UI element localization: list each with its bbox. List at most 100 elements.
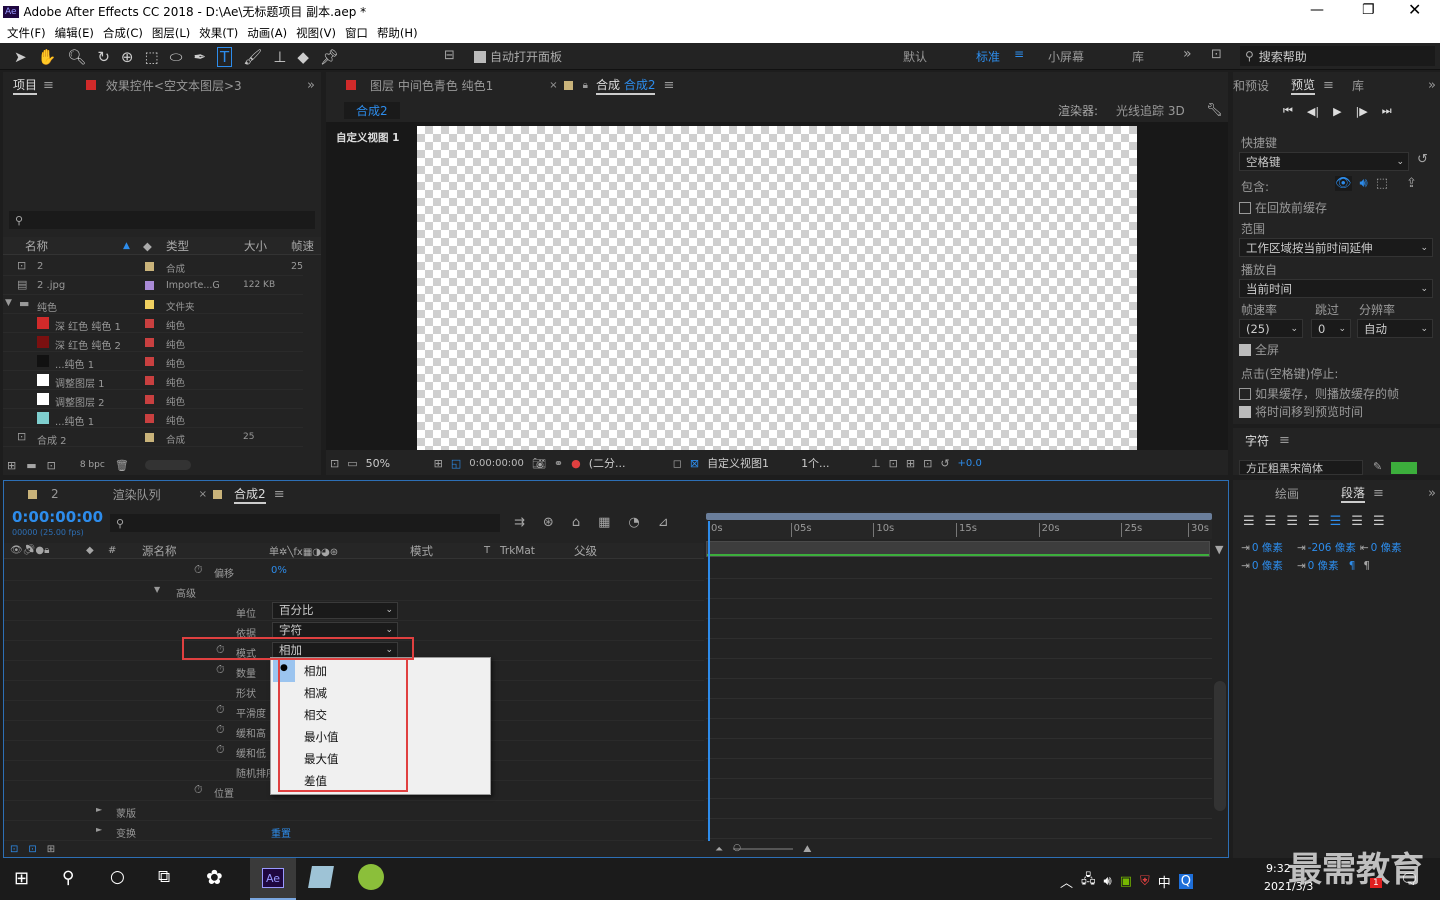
indent-right-value[interactable]: 0 像素 xyxy=(1371,540,1402,555)
menu-animation[interactable]: 动画(A) xyxy=(247,25,287,41)
label-color-swatch[interactable] xyxy=(145,338,154,347)
zoom-tool-icon[interactable]: 🔍︎ xyxy=(67,48,86,66)
track-row[interactable] xyxy=(706,759,1212,779)
stopwatch-icon[interactable]: ⏱︎ xyxy=(216,703,225,717)
frame-blending-icon[interactable]: ▦ xyxy=(598,515,610,530)
shortcut-dropdown[interactable]: 空格键 ⌄ xyxy=(1239,152,1409,171)
play-from-dropdown[interactable]: 当前时间 ⌄ xyxy=(1239,279,1433,298)
pen-tool-icon[interactable]: ✒ xyxy=(193,48,206,66)
fullscreen-checkbox[interactable] xyxy=(1239,343,1251,356)
show-snapshot-icon[interactable]: ⚭ xyxy=(554,457,563,470)
expand-arrow-icon[interactable]: ► xyxy=(96,825,102,834)
project-search-input[interactable]: ⚲ xyxy=(9,211,315,229)
timecode-display[interactable]: 0:00:00:00 xyxy=(12,508,103,526)
zoom-out-icon[interactable]: ⏶ xyxy=(715,844,723,855)
label-color-swatch[interactable] xyxy=(145,357,154,366)
fill-color-swatch[interactable] xyxy=(1391,462,1417,474)
green-app-icon[interactable] xyxy=(358,864,384,890)
resolution-dropdown[interactable]: 自动 ⌄ xyxy=(1357,319,1433,338)
panel-more-icon[interactable]: » xyxy=(1428,487,1436,500)
auto-open-checkbox[interactable] xyxy=(474,50,486,63)
label-color-swatch[interactable] xyxy=(145,414,154,423)
viewer-canvas-area[interactable]: 自定义视图 1 xyxy=(326,122,1228,450)
timeline-tracks[interactable]: IIIIIII xyxy=(706,559,1212,841)
maximize-icon[interactable]: ❐ xyxy=(1362,2,1375,18)
stopwatch-icon[interactable]: ⏱︎ xyxy=(216,743,225,757)
column-mode[interactable]: 模式 xyxy=(410,543,433,559)
reset-exposure-icon[interactable]: ↺ xyxy=(940,457,949,470)
first-frame-icon[interactable]: ⏮ xyxy=(1283,104,1293,118)
wrench-icon[interactable]: 🔧︎ xyxy=(1206,103,1223,118)
zoom-dropdown[interactable]: 50% xyxy=(366,457,426,470)
region-icon[interactable]: ⊞ xyxy=(434,457,443,470)
project-item-row[interactable]: ...纯色 1 纯色 xyxy=(3,409,303,428)
cortana-icon[interactable]: ○ xyxy=(110,867,125,887)
display-icon[interactable]: ▭ xyxy=(347,457,357,470)
fps-dropdown[interactable]: (25) ⌄ xyxy=(1239,319,1303,338)
resolution-dropdown[interactable]: (二分... xyxy=(589,455,665,471)
property-dropdown[interactable]: 百分比 ⌄ xyxy=(272,602,398,619)
puppet-tool-icon[interactable]: 📌︎ xyxy=(320,48,339,66)
comp-breadcrumb[interactable]: 合成2 xyxy=(344,101,400,119)
motion-blur-icon[interactable]: ◔ xyxy=(628,515,639,530)
ime-indicator[interactable]: 中 xyxy=(1158,872,1171,891)
tab-paint[interactable]: 绘画 xyxy=(1275,485,1299,502)
track-row[interactable]: I xyxy=(706,719,1212,739)
pinwheel-app-icon[interactable]: ✿ xyxy=(206,865,223,889)
graph-editor-icon[interactable]: ⊿ xyxy=(658,515,669,530)
volume-icon[interactable]: 🔊︎ xyxy=(1104,874,1112,889)
close-tab-icon[interactable]: × xyxy=(549,80,557,91)
rotate-tool-icon[interactable]: ↻ xyxy=(97,48,110,66)
project-item-row[interactable]: ...纯色 1 纯色 xyxy=(3,352,303,371)
expand-arrow-icon[interactable]: ► xyxy=(96,805,102,814)
shy-layers-icon[interactable]: ⌂ xyxy=(572,515,580,530)
close-tab-icon[interactable]: × xyxy=(199,489,207,500)
column-trkmat[interactable]: TrkMat xyxy=(500,545,535,557)
track-row[interactable] xyxy=(706,599,1212,619)
sync-settings-icon[interactable]: ⊡ xyxy=(1211,47,1222,62)
hand-tool-icon[interactable]: ✋ xyxy=(38,48,57,66)
clone-stamp-tool-icon[interactable]: ⊥ xyxy=(273,48,286,66)
track-row[interactable] xyxy=(706,819,1212,839)
always-preview-icon[interactable]: ⊡ xyxy=(330,457,339,470)
workspace-standard[interactable]: 标准 xyxy=(976,48,1000,65)
pixel-aspect-icon[interactable]: ⊥ xyxy=(871,457,881,470)
property-row[interactable]: ▼ 高级 xyxy=(4,581,704,601)
overlay-icon[interactable]: ⬚ xyxy=(1376,176,1388,191)
project-item-row[interactable]: 调整图层 1 纯色 xyxy=(3,371,303,390)
workspace-menu-icon[interactable]: ≡ xyxy=(1014,47,1024,61)
color-depth-button[interactable]: 8 bpc xyxy=(80,460,105,470)
layer-duration-bar[interactable] xyxy=(706,541,1210,557)
current-time-display[interactable]: 0:00:00:00 xyxy=(469,458,524,469)
snapshot-icon[interactable]: 📷︎ xyxy=(532,457,546,470)
column-parent[interactable]: 父级 xyxy=(574,543,597,559)
transparency-icon[interactable]: ◱ xyxy=(451,457,461,470)
track-row[interactable]: I xyxy=(706,559,1212,579)
track-row[interactable]: I xyxy=(706,779,1212,799)
mask-ellipse-tool-icon[interactable]: ⬭ xyxy=(170,48,183,66)
label-color-swatch[interactable] xyxy=(145,281,154,290)
panel-more-icon[interactable]: » xyxy=(1428,79,1436,92)
interpret-footage-icon[interactable]: ⊞ xyxy=(7,459,16,472)
menu-composition[interactable]: 合成(C) xyxy=(103,25,143,41)
expand-modes-icon[interactable]: ⊡ xyxy=(28,844,36,855)
draft-3d-icon[interactable]: ⊛ xyxy=(543,515,554,530)
camera-tool-icon[interactable]: ⊕ xyxy=(121,48,134,66)
tab-paragraph[interactable]: 段落 xyxy=(1341,484,1366,503)
nvidia-icon[interactable]: ▣ xyxy=(1120,874,1132,889)
brush-tool-icon[interactable]: 🖌︎ xyxy=(243,48,262,66)
expand-arrow-icon[interactable]: ▼ xyxy=(154,585,160,594)
channel-icon[interactable]: ● xyxy=(571,457,581,470)
play-icon[interactable]: ▶ xyxy=(1333,105,1341,118)
reset-icon[interactable]: ↺ xyxy=(1417,152,1428,167)
tab-project[interactable]: 项目 xyxy=(13,76,38,95)
panel-menu-icon[interactable]: ≡ xyxy=(1323,79,1334,92)
move-time-checkbox[interactable] xyxy=(1239,405,1251,418)
renderer-value[interactable]: 光线追踪 3D xyxy=(1116,102,1185,119)
menu-layer[interactable]: 图层(L) xyxy=(152,25,190,41)
property-value[interactable]: 重置 xyxy=(271,825,291,840)
time-ruler[interactable]: 0s 05s 10s 15s 20s 25s 30s xyxy=(706,511,1212,539)
fast-preview-icon[interactable]: ⊡ xyxy=(889,457,898,470)
expand-arrow-icon[interactable]: ▼ xyxy=(5,298,12,308)
tab-comp-2[interactable]: 2 xyxy=(51,487,59,501)
